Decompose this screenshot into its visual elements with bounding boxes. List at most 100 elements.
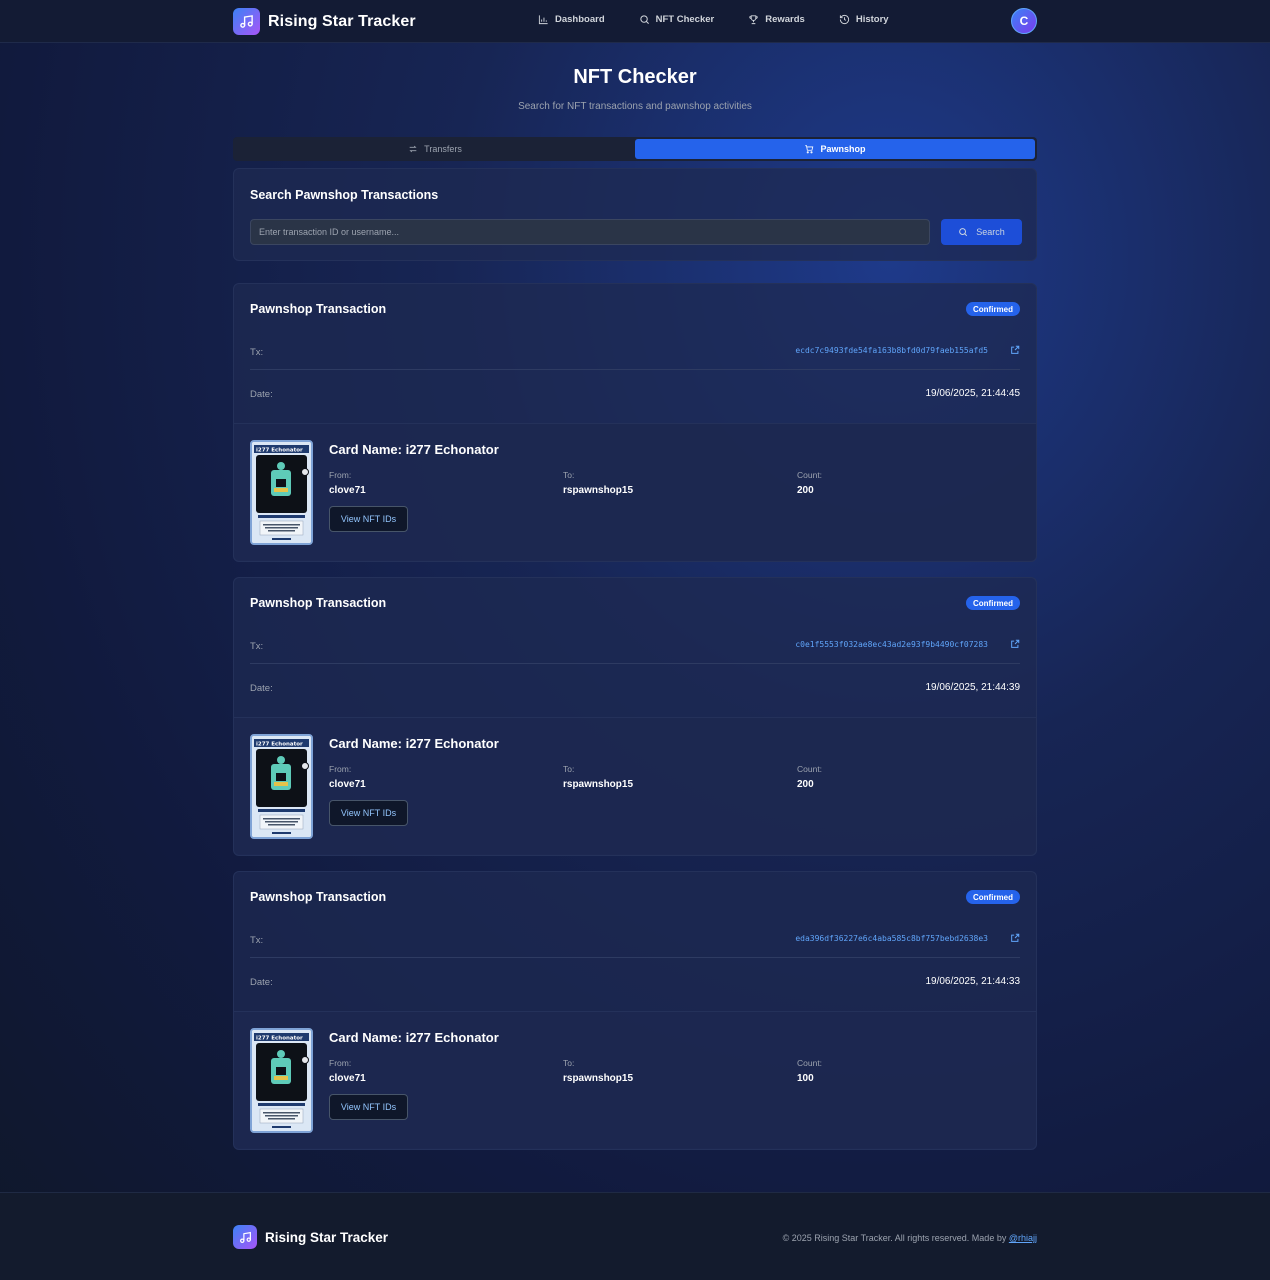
footer-copyright: © 2025 Rising Star Tracker. All rights r… bbox=[783, 1233, 1037, 1243]
nav-link-history[interactable]: History bbox=[839, 14, 889, 25]
nav-link-dashboard[interactable]: Dashboard bbox=[538, 14, 605, 25]
svg-text:i277 Echonator: i277 Echonator bbox=[256, 448, 303, 454]
footer: Rising Star Tracker © 2025 Rising Star T… bbox=[0, 1192, 1270, 1280]
from-value: clove71 bbox=[329, 1073, 366, 1084]
transaction-card: Pawnshop Transaction Confirmed Tx: eda39… bbox=[233, 871, 1037, 1150]
transaction-card: Pawnshop Transaction Confirmed Tx: ecdc7… bbox=[233, 283, 1037, 562]
from-value: clove71 bbox=[329, 485, 366, 496]
card-name: Card Name: i277 Echonator bbox=[329, 442, 499, 457]
date-label: Date: bbox=[250, 977, 273, 988]
top-navbar: Rising Star Tracker Dashboard NFT Checke… bbox=[0, 0, 1270, 43]
to-label: To: bbox=[563, 470, 575, 480]
nav-link-label: NFT Checker bbox=[655, 14, 715, 25]
from-value: clove71 bbox=[329, 779, 366, 790]
tab-transfers[interactable]: Transfers bbox=[235, 139, 635, 159]
nft-card-image: i277 Echonator bbox=[250, 1028, 313, 1133]
music-note-icon bbox=[233, 1225, 257, 1249]
footer-title: Rising Star Tracker bbox=[265, 1229, 389, 1245]
count-value: 200 bbox=[797, 779, 814, 790]
nav-links: Dashboard NFT Checker Rewards History bbox=[538, 14, 923, 25]
page-subtitle: Search for NFT transactions and pawnshop… bbox=[518, 101, 752, 112]
tab-pawnshop[interactable]: Pawnshop bbox=[635, 139, 1035, 159]
status-badge: Confirmed bbox=[966, 302, 1020, 316]
history-icon bbox=[839, 14, 849, 25]
search-button-label: Search bbox=[976, 227, 1005, 237]
nav-link-label: History bbox=[855, 14, 889, 25]
view-nft-ids-button[interactable]: View NFT IDs bbox=[329, 800, 408, 826]
nft-card-image: i277 Echonator bbox=[250, 440, 313, 545]
tx-label: Tx: bbox=[250, 347, 264, 358]
to-label: To: bbox=[563, 1058, 575, 1068]
tx-hash-link[interactable]: c0e1f5553f032ae8ec43ad2e93f9b4490cf07283 bbox=[795, 640, 988, 649]
count-value: 200 bbox=[797, 485, 814, 496]
tx-hash-link[interactable]: ecdc7c9493fde54fa163b8bfd0d79faeb155afd5 bbox=[795, 346, 988, 355]
card-name: Card Name: i277 Echonator bbox=[329, 1030, 499, 1045]
footer-brand[interactable]: Rising Star Tracker bbox=[233, 1225, 388, 1249]
tx-label: Tx: bbox=[250, 935, 264, 946]
transaction-header: Pawnshop Transaction Confirmed Tx: ecdc7… bbox=[234, 284, 1036, 422]
view-nft-ids-button[interactable]: View NFT IDs bbox=[329, 1094, 408, 1120]
transaction-header: Pawnshop Transaction Confirmed Tx: eda39… bbox=[234, 872, 1036, 1010]
author-link[interactable]: @rhiajj bbox=[1009, 1233, 1037, 1243]
transaction-date: 19/06/2025, 21:44:45 bbox=[925, 388, 1020, 399]
external-link-icon[interactable] bbox=[1010, 345, 1020, 355]
transaction-date: 19/06/2025, 21:44:39 bbox=[925, 682, 1020, 693]
search-icon bbox=[959, 228, 968, 237]
nft-item: i277 Echonator Card Name: i277 Echonator bbox=[233, 717, 1037, 856]
to-label: To: bbox=[563, 764, 575, 774]
nav-link-label: Rewards bbox=[765, 14, 805, 25]
divider bbox=[250, 663, 1020, 664]
date-label: Date: bbox=[250, 389, 273, 400]
card-name: Card Name: i277 Echonator bbox=[329, 736, 499, 751]
transaction-title: Pawnshop Transaction bbox=[250, 302, 387, 316]
brand-title: Rising Star Tracker bbox=[268, 12, 416, 30]
view-nft-ids-button[interactable]: View NFT IDs bbox=[329, 506, 408, 532]
count-label: Count: bbox=[797, 764, 823, 774]
search-input[interactable] bbox=[250, 219, 930, 245]
tab-bar: Transfers Pawnshop bbox=[233, 137, 1037, 161]
from-label: From: bbox=[329, 1058, 352, 1068]
from-label: From: bbox=[329, 764, 352, 774]
search-icon bbox=[639, 15, 649, 24]
tx-hash-link[interactable]: eda396df36227e6c4aba585c8bf757bebd2638e3 bbox=[795, 934, 988, 943]
transaction-date: 19/06/2025, 21:44:33 bbox=[925, 976, 1020, 987]
bar-chart-icon bbox=[538, 15, 548, 25]
external-link-icon[interactable] bbox=[1010, 639, 1020, 649]
music-note-icon bbox=[233, 8, 260, 35]
trophy-icon bbox=[749, 15, 758, 25]
external-link-icon[interactable] bbox=[1010, 933, 1020, 943]
count-value: 100 bbox=[797, 1073, 814, 1084]
to-value: rspawnshop15 bbox=[563, 1073, 634, 1084]
nft-item: i277 Echonator Card Name: i277 Echonator bbox=[233, 1011, 1037, 1150]
count-label: Count: bbox=[797, 470, 823, 480]
tab-label: Pawnshop bbox=[820, 144, 866, 154]
svg-text:i277 Echonator: i277 Echonator bbox=[256, 1036, 303, 1042]
from-label: From: bbox=[329, 470, 352, 480]
cart-icon bbox=[805, 145, 814, 154]
to-value: rspawnshop15 bbox=[563, 485, 634, 496]
nft-card-image: i277 Echonator bbox=[250, 734, 313, 839]
arrows-swap-icon bbox=[409, 145, 417, 153]
nft-item: i277 Echonator Card Name: i277 Echonator bbox=[233, 423, 1037, 562]
divider bbox=[250, 369, 1020, 370]
nav-link-nft-checker[interactable]: NFT Checker bbox=[639, 14, 715, 25]
divider bbox=[250, 957, 1020, 958]
search-button[interactable]: Search bbox=[941, 219, 1022, 245]
brand[interactable]: Rising Star Tracker bbox=[233, 8, 416, 35]
copyright-text: © 2025 Rising Star Tracker. All rights r… bbox=[782, 1233, 1007, 1243]
status-badge: Confirmed bbox=[966, 890, 1020, 904]
tab-label: Transfers bbox=[424, 144, 462, 154]
search-heading: Search Pawnshop Transactions bbox=[250, 188, 439, 202]
search-card: Search Pawnshop Transactions Search bbox=[233, 168, 1037, 261]
svg-text:i277 Echonator: i277 Echonator bbox=[256, 742, 303, 748]
nav-link-rewards[interactable]: Rewards bbox=[748, 14, 805, 25]
tx-label: Tx: bbox=[250, 641, 264, 652]
nav-link-label: Dashboard bbox=[555, 14, 605, 25]
transaction-card: Pawnshop Transaction Confirmed Tx: c0e1f… bbox=[233, 577, 1037, 856]
transaction-title: Pawnshop Transaction bbox=[250, 596, 387, 610]
transaction-header: Pawnshop Transaction Confirmed Tx: c0e1f… bbox=[234, 578, 1036, 716]
count-label: Count: bbox=[797, 1058, 823, 1068]
page-title: NFT Checker bbox=[573, 66, 697, 88]
status-badge: Confirmed bbox=[966, 596, 1020, 610]
user-avatar[interactable]: C bbox=[1011, 8, 1037, 34]
